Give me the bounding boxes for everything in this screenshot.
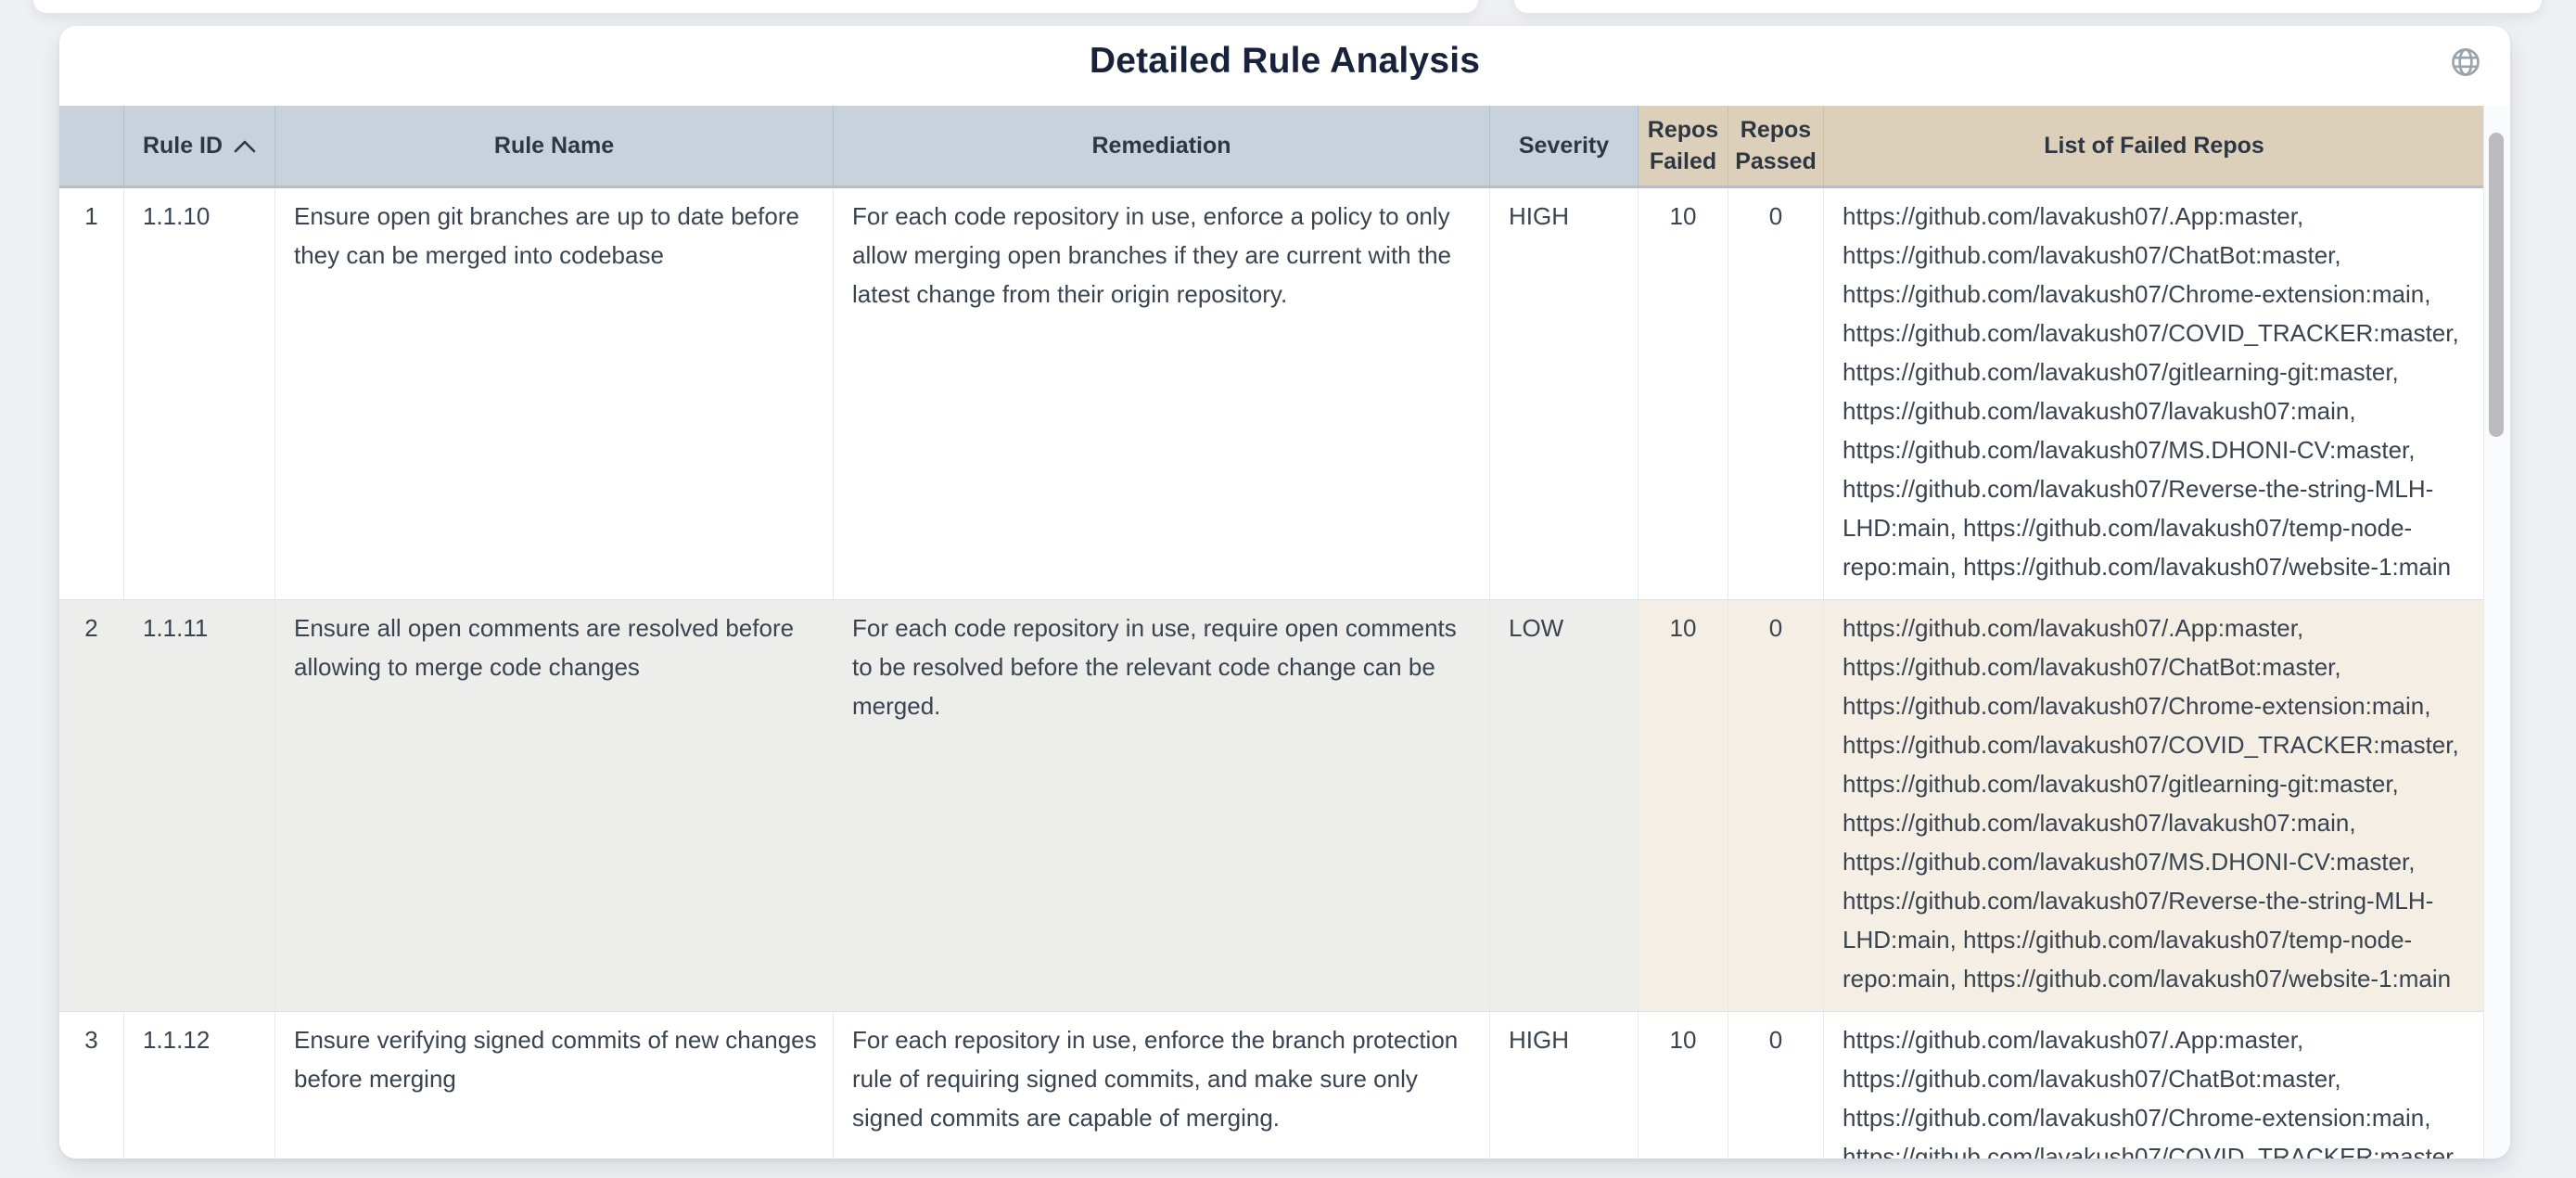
header-remediation[interactable]: Remediation [834, 106, 1490, 186]
cell-severity: HIGH [1490, 1012, 1639, 1159]
table-scrollbar-thumb[interactable] [2489, 133, 2504, 437]
cell-repos-failed: 10 [1639, 600, 1728, 1011]
header-repos-failed[interactable]: Repos Failed [1639, 106, 1728, 186]
cell-rule-id: 1.1.10 [124, 188, 275, 599]
cell-index: 2 [59, 600, 124, 1011]
cell-repos-passed: 0 [1728, 1012, 1824, 1159]
cell-repos-passed: 0 [1728, 600, 1824, 1011]
table-row: 3 1.1.12 Ensure verifying signed commits… [59, 1012, 2484, 1159]
cell-rule-id: 1.1.12 [124, 1012, 275, 1159]
detailed-rule-analysis-card: Detailed Rule Analysis Rule ID Rule Name… [59, 26, 2510, 1159]
sort-ascending-icon [234, 139, 256, 153]
header-rule-id-label: Rule ID [143, 130, 223, 161]
previous-card-fragment-left [33, 0, 1478, 13]
header-severity[interactable]: Severity [1490, 106, 1639, 186]
cell-severity: LOW [1490, 600, 1639, 1011]
table-row: 1 1.1.10 Ensure open git branches are up… [59, 188, 2484, 600]
cell-rule-name: Ensure verifying signed commits of new c… [275, 1012, 834, 1159]
cell-repos-passed: 0 [1728, 188, 1824, 599]
table-row: 2 1.1.11 Ensure all open comments are re… [59, 600, 2484, 1012]
header-index [59, 106, 124, 186]
cell-failed-repos: https://github.com/lavakush07/.App:maste… [1824, 1012, 2484, 1159]
cell-failed-repos: https://github.com/lavakush07/.App:maste… [1824, 600, 2484, 1011]
header-failed-repos[interactable]: List of Failed Repos [1824, 106, 2484, 186]
table-scrollbar-track[interactable] [2483, 106, 2510, 1159]
header-rule-id[interactable]: Rule ID [124, 106, 275, 186]
header-repos-passed[interactable]: Repos Passed [1728, 106, 1824, 186]
cell-repos-failed: 10 [1639, 1012, 1728, 1159]
rule-analysis-table: Rule ID Rule Name Remediation Severity R… [59, 106, 2484, 1159]
globe-icon[interactable] [2449, 45, 2482, 79]
cell-repos-failed: 10 [1639, 188, 1728, 599]
cell-remediation: For each code repository in use, enforce… [834, 188, 1490, 599]
table-header-row: Rule ID Rule Name Remediation Severity R… [59, 106, 2484, 188]
cell-remediation: For each code repository in use, require… [834, 600, 1490, 1011]
header-rule-name[interactable]: Rule Name [275, 106, 834, 186]
cell-index: 1 [59, 188, 124, 599]
cell-rule-name: Ensure all open comments are resolved be… [275, 600, 834, 1011]
page-title: Detailed Rule Analysis [59, 26, 2510, 82]
cell-failed-repos: https://github.com/lavakush07/.App:maste… [1824, 188, 2484, 599]
previous-card-fragment-right [1514, 0, 2542, 13]
cell-severity: HIGH [1490, 188, 1639, 599]
cell-remediation: For each repository in use, enforce the … [834, 1012, 1490, 1159]
cell-rule-name: Ensure open git branches are up to date … [275, 188, 834, 599]
cell-index: 3 [59, 1012, 124, 1159]
cell-rule-id: 1.1.11 [124, 600, 275, 1011]
